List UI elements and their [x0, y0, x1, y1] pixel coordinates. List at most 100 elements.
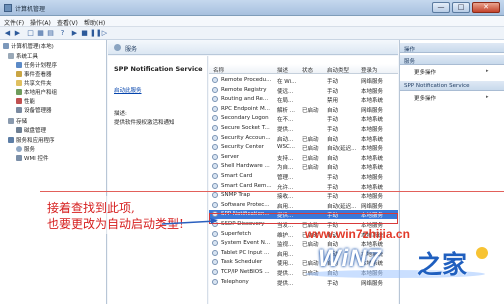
stop-icon[interactable]: ■: [80, 29, 89, 38]
watermark-logo-text: WiN7: [318, 245, 382, 272]
description-label: 描述:: [114, 111, 127, 117]
service-name: Smart Card: [221, 173, 253, 179]
help-icon[interactable]: ?: [58, 29, 67, 38]
tree-item-performance[interactable]: 性能: [16, 98, 35, 106]
service-gear-icon: [212, 259, 218, 266]
service-desc: 使远...: [277, 88, 294, 95]
forward-icon[interactable]: ▶: [13, 29, 22, 38]
table-row[interactable]: SNMP Trap 接收... 手动 本地服务: [209, 191, 398, 200]
tree-item-event-viewer[interactable]: 事件查看器: [16, 71, 52, 79]
tree-item-services[interactable]: 服务: [16, 146, 35, 154]
service-logon: 本地系统: [361, 184, 384, 191]
tree-item-label: 存储: [16, 119, 28, 125]
table-row-selected[interactable]: SPP Notification... 提供... 手动 本地服务: [209, 210, 398, 220]
table-row[interactable]: RPC Endpoint M... 解析 ... 已启动 自动 网络服务: [209, 105, 398, 114]
table-row[interactable]: Secure Socket T... 提供... 手动 本地服务: [209, 124, 398, 133]
table-row[interactable]: Server 支持... 已启动 自动 本地系统: [209, 153, 398, 162]
service-logon: 本地服务: [361, 175, 384, 181]
table-row[interactable]: Software Protec... 启用... 自动(延迟... 网络服务: [209, 201, 398, 210]
service-gear-icon: [212, 86, 218, 93]
service-desc: 监视...: [277, 242, 294, 249]
selected-service-name: SPP Notification Service: [114, 65, 203, 73]
tree-item-local-users[interactable]: 本地用户和组: [16, 89, 57, 97]
tree-item-label: 系统工具: [16, 54, 39, 60]
tree-item-label: 服务和应用程序: [16, 138, 55, 144]
maximize-button[interactable]: □: [452, 2, 470, 13]
table-row[interactable]: Shell Hardware ... 为自... 已启动 自动 本地系统: [209, 162, 398, 171]
service-desc: 提供...: [277, 213, 294, 220]
service-gear-icon: [212, 163, 218, 170]
performance-icon: [16, 98, 22, 104]
tree-item-shared-folders[interactable]: 共享文件夹: [16, 80, 52, 88]
actions-section-services[interactable]: 服务: [400, 55, 504, 65]
service-desc: 当发...: [277, 223, 294, 229]
actions-title-label: 操作: [404, 47, 416, 53]
column-header-name[interactable]: 名称: [213, 66, 224, 74]
service-name: Smart Card Rem...: [221, 182, 272, 189]
menu-view[interactable]: 查看(V): [57, 18, 78, 27]
service-gear-icon: [212, 201, 218, 208]
service-gear-icon: [212, 134, 218, 141]
service-gear-icon: [212, 105, 218, 112]
tree-item-services-and-apps[interactable]: 服务和应用程序: [8, 137, 55, 145]
pause-icon[interactable]: ❚❚: [90, 29, 102, 38]
title-bar[interactable]: 计算机管理 — □ ✕: [0, 0, 504, 16]
tree-item-label: 计算机管理(本地): [11, 44, 54, 50]
menu-action[interactable]: 操作(A): [30, 18, 51, 27]
service-desc: 维护...: [277, 232, 294, 239]
menu-help[interactable]: 帮助(H): [84, 18, 105, 27]
table-row[interactable]: Smart Card Rem... 允许... 手动 本地系统: [209, 182, 398, 191]
column-header-startup-type[interactable]: 启动类型: [327, 66, 349, 74]
back-icon[interactable]: ◀: [3, 29, 12, 38]
tree-item-wmi-control[interactable]: WMI 控件: [16, 155, 49, 163]
tree-item-system-tools[interactable]: 系统工具: [8, 53, 38, 61]
close-button[interactable]: ✕: [472, 2, 500, 13]
service-status: 已启动: [302, 165, 319, 172]
service-name: Software Protec...: [221, 201, 270, 208]
tree-item-task-scheduler[interactable]: 任务计划程序: [16, 62, 57, 70]
service-desc: 为自...: [277, 165, 294, 172]
more-actions-link[interactable]: 更多操作: [414, 68, 489, 76]
service-startup: 手动: [327, 280, 339, 287]
column-header-log-on-as[interactable]: 登录为: [361, 66, 378, 74]
table-row[interactable]: Remote Registry 使远... 手动 本地服务: [209, 86, 398, 95]
start-service-link[interactable]: 启动此服务: [114, 86, 142, 94]
play-icon[interactable]: ▶: [70, 29, 79, 38]
table-row[interactable]: Smart Card 管理... 手动 本地服务: [209, 172, 398, 181]
column-header-description[interactable]: 描述: [277, 66, 288, 74]
service-name: Security Center: [221, 144, 264, 151]
service-logon: 本地服务: [361, 88, 384, 95]
tree-item-device-manager[interactable]: 设备管理器: [16, 107, 52, 115]
column-header-status[interactable]: 状态: [302, 66, 313, 74]
service-name: Secondary Logon: [221, 115, 269, 122]
minimize-button[interactable]: —: [432, 2, 450, 13]
table-row[interactable]: Security Center WSC... 已启动 自动(延迟... 本地服务: [209, 143, 398, 152]
service-startup: 自动: [327, 136, 339, 143]
service-gear-icon: [212, 211, 218, 218]
restart-icon[interactable]: ▷: [100, 29, 109, 38]
table-row[interactable]: Telephony 提供... 手动 网络服务: [209, 278, 398, 287]
service-name: System Event N...: [221, 240, 271, 247]
tree-item-storage[interactable]: 存储: [8, 118, 27, 126]
show-hide-tree-icon[interactable]: ▦: [36, 29, 45, 38]
table-row[interactable]: Security Accoun... 启动... 已启动 自动 本地系统: [209, 134, 398, 143]
actions-section-spp[interactable]: SPP Notification Service: [400, 81, 504, 91]
up-folder-icon[interactable]: □: [26, 29, 35, 38]
service-name: TCP/IP NetBIOS ...: [221, 269, 270, 275]
service-logon: 本地服务: [361, 213, 384, 220]
menu-file[interactable]: 文件(F): [4, 18, 24, 27]
table-row[interactable]: Secondary Logon 在不... 手动 本地系统: [209, 114, 398, 123]
properties-icon[interactable]: ▤: [46, 29, 55, 38]
table-row[interactable]: Routing and Re... 在局... 禁用 本地系统: [209, 95, 398, 104]
service-name: Remote Procedu...: [221, 77, 272, 83]
computer-icon: [3, 43, 9, 49]
tree-item-computer-management[interactable]: 计算机管理(本地): [3, 43, 54, 51]
tree-item-label: 任务计划程序: [24, 63, 58, 69]
service-startup: 手动: [327, 194, 339, 201]
task-scheduler-icon: [16, 62, 22, 68]
service-desc: 提供...: [277, 280, 294, 287]
tree-item-label: 本地用户和组: [24, 90, 58, 96]
more-actions-link[interactable]: 更多操作: [414, 94, 489, 102]
tree-item-disk-management[interactable]: 磁盘管理: [16, 127, 46, 135]
table-row[interactable]: Remote Procedu... 在 Wi... 手动 网络服务: [209, 76, 398, 85]
